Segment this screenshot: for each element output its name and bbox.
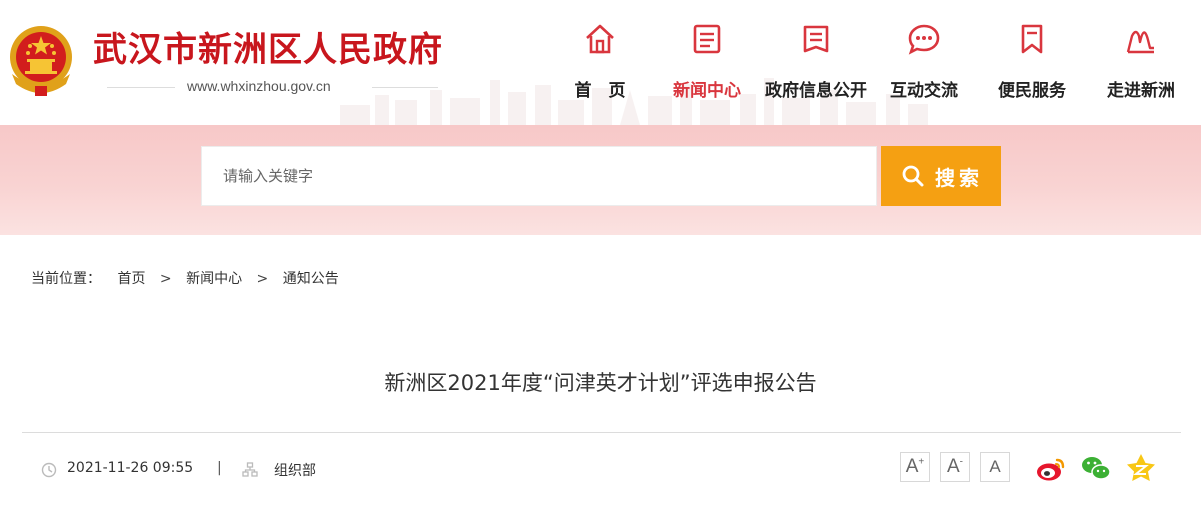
breadcrumb-notice-link[interactable]: 通知公告 xyxy=(283,268,339,288)
news-icon xyxy=(693,24,721,54)
search-button-label: 搜索 xyxy=(935,166,983,190)
nav-item-about[interactable]: 走进新洲 xyxy=(1086,18,1196,108)
wechat-icon[interactable] xyxy=(1080,452,1112,484)
search-button[interactable]: 搜索 xyxy=(881,146,1001,206)
publish-date: 2021-11-26 09:55 xyxy=(67,460,194,476)
search-field-wrapper xyxy=(201,146,877,206)
article-title: 新洲区2021年度“问津英才计划”评选申报公告 xyxy=(384,371,817,395)
font-default-button[interactable]: A xyxy=(980,452,1010,482)
meta-divider: | xyxy=(217,460,222,476)
nav-label-interaction: 互动交流 xyxy=(890,81,958,101)
breadcrumb-home-link[interactable]: 首页 xyxy=(117,268,145,288)
article-source: 组织部 xyxy=(274,463,316,479)
breadcrumb-separator: > xyxy=(159,271,172,287)
org-icon xyxy=(242,462,258,477)
nav-label-services: 便民服务 xyxy=(998,81,1066,101)
search-input[interactable] xyxy=(202,147,876,205)
url-divider-left xyxy=(107,87,175,88)
home-icon xyxy=(586,24,614,54)
breadcrumb: 当前位置： 首页 > 新闻中心 > 通知公告 xyxy=(31,268,339,288)
breadcrumb-news-link[interactable]: 新闻中心 xyxy=(186,268,242,288)
nav-item-home[interactable]: 首 页 xyxy=(545,18,655,108)
url-divider-right xyxy=(372,87,438,88)
national-emblem-icon xyxy=(10,26,72,96)
nav-item-interaction[interactable]: 互动交流 xyxy=(869,18,979,108)
qzone-icon[interactable] xyxy=(1125,452,1157,484)
weibo-icon[interactable] xyxy=(1035,452,1067,484)
nav-label-gov-info: 政府信息公开 xyxy=(765,81,867,101)
nav-label-home: 首 页 xyxy=(574,81,626,101)
breadcrumb-separator: > xyxy=(256,271,269,287)
nav-item-gov-info[interactable]: 政府信息公开 xyxy=(761,18,871,108)
title-divider xyxy=(22,432,1181,433)
bookmark-icon xyxy=(1021,24,1043,54)
breadcrumb-lead: 当前位置： xyxy=(31,271,101,287)
nav-label-about: 走进新洲 xyxy=(1107,81,1175,101)
nav-item-news[interactable]: 新闻中心 xyxy=(652,18,762,108)
chat-icon xyxy=(908,24,940,55)
font-medium-button[interactable]: A- xyxy=(940,452,970,482)
main-nav: 首 页 新闻中心 政府信息公开 互动交流 便民服务 走进新洲 xyxy=(556,18,1196,108)
clock-icon xyxy=(41,462,57,478)
site-header: 武汉市新洲区人民政府 www.whxinzhou.gov.cn 首 页 新闻中心 xyxy=(0,0,1201,125)
nav-label-news: 新闻中心 xyxy=(673,81,741,101)
nav-item-services[interactable]: 便民服务 xyxy=(977,18,1087,108)
site-url: www.whxinzhou.gov.cn xyxy=(187,78,331,94)
search-icon xyxy=(902,165,924,187)
site-title[interactable]: 武汉市新洲区人民政府 xyxy=(93,22,443,71)
document-icon xyxy=(803,25,829,53)
font-larger-button[interactable]: A+ xyxy=(900,452,930,482)
landmark-icon xyxy=(1126,30,1154,54)
